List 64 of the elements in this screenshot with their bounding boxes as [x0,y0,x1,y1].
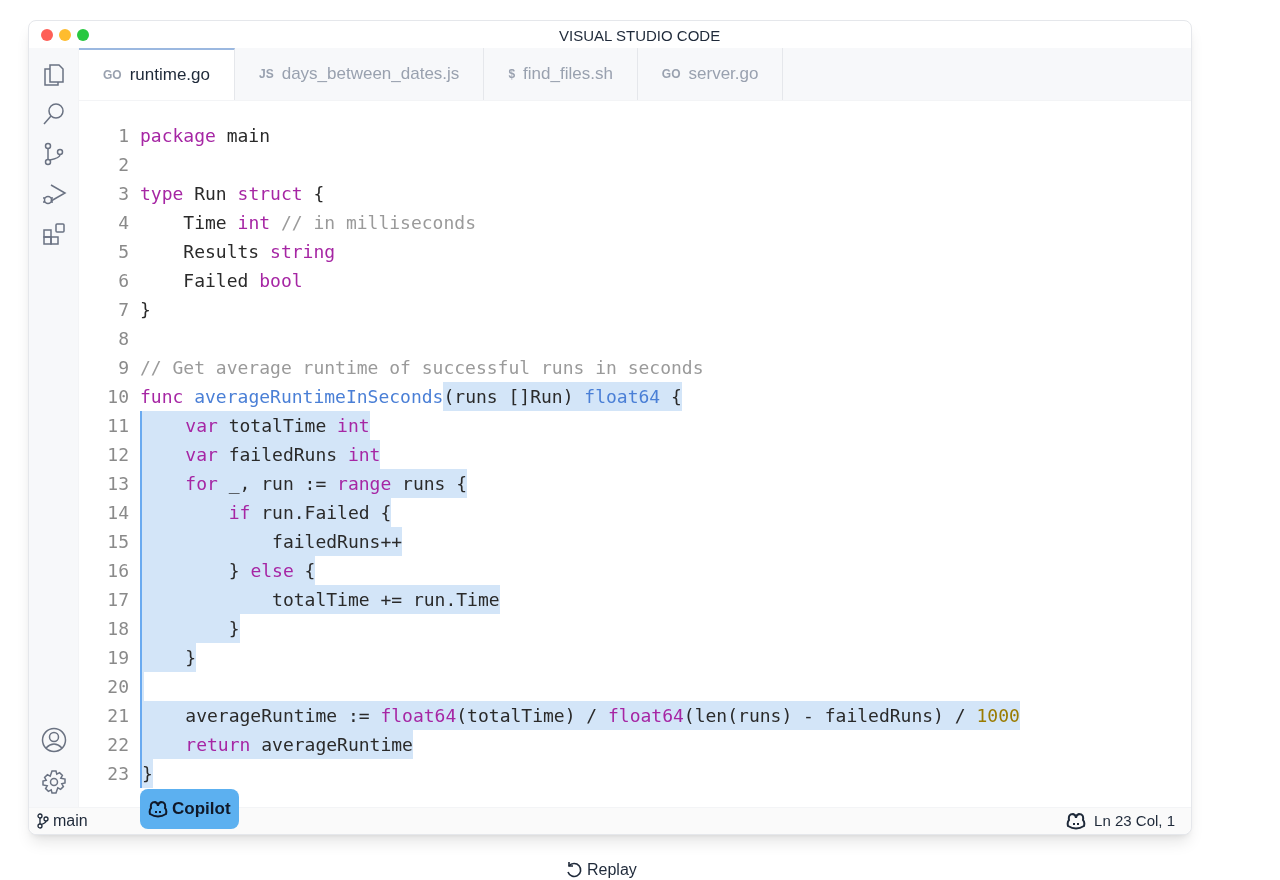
line-number: 12 [106,443,130,467]
line-number: 6 [117,269,130,293]
copilot-badge[interactable]: Copilot [140,789,239,829]
file-type-icon: GO [103,66,122,84]
code-text: Results string [182,240,336,264]
line-number: 17 [106,588,130,612]
file-type-icon: $ [508,65,516,83]
line-number: 13 [106,472,130,496]
selected-code-text: (runs []Run) float64 { [443,382,682,411]
line-number: 21 [106,704,130,728]
line-number: 23 [106,762,130,786]
selected-code-text: for _, run := range runs { [140,469,468,498]
selected-code-text: var failedRuns int [140,440,381,469]
line-number: 15 [106,530,130,554]
selected-code-text: if run.Failed { [140,498,392,527]
selected-code-text: } [140,643,197,672]
line-number: 5 [117,240,130,264]
file-type-icon: GO [661,65,681,83]
window-title: VISUAL STUDIO CODE [559,26,721,46]
line-number: 11 [106,414,130,438]
line-number: 20 [106,675,130,699]
code-text: } [140,298,151,322]
line-number: 16 [106,559,130,583]
file-type-icon: JS [259,65,274,83]
extensions-icon[interactable] [41,222,66,246]
copilot-icon [148,800,168,818]
line-number: 22 [106,733,130,757]
editor-tab[interactable]: GO runtime.go [79,48,235,100]
line-number: 9 [117,356,130,380]
line-number: 8 [117,327,130,351]
search-icon[interactable] [41,102,66,126]
account-icon[interactable] [40,727,67,753]
code-text: Time int // in milliseconds [182,211,476,235]
close-button[interactable] [41,28,53,41]
selected-code-text: var totalTime int [140,411,370,440]
selected-code-text: averageRuntime := float64(totalTime) / float64(len(runs) - failedRuns) / 1000 [140,701,1020,730]
line-number: 7 [117,298,130,322]
line-number: 18 [106,617,130,641]
line-number: 14 [106,501,130,525]
settings-icon[interactable] [40,769,67,795]
code-text: package main [140,124,271,148]
selected-code-text: return averageRuntime [140,730,413,759]
line-number: 4 [117,211,130,235]
line-number: 10 [106,385,130,409]
line-number: 19 [106,646,130,670]
line-number: 1 [117,124,130,148]
copilot-icon[interactable] [1066,812,1087,830]
selected-code-text: } [140,759,153,788]
branch-name[interactable]: main [53,809,88,833]
code-text: Failed bool [182,269,303,293]
branch-icon [37,813,49,829]
code-text: type Run struct { [140,182,325,206]
selected-code-text: } else { [140,556,316,585]
code-text: func averageRuntimeInSeconds [140,385,444,409]
line-number: 3 [117,182,130,206]
selected-code-text: } [140,614,240,643]
selected-code-text: totalTime += run.Time [140,585,500,614]
run-debug-icon[interactable] [40,182,67,206]
line-number: 2 [117,153,130,177]
cursor-position[interactable]: Ln 23 Col, 1 [1094,809,1175,833]
replay-icon [565,861,583,879]
replay-button[interactable]: Replay [565,858,637,880]
code-text: // Get average runtime of successful runs in seconds [140,356,704,380]
selected-code-text: failedRuns++ [140,527,403,556]
